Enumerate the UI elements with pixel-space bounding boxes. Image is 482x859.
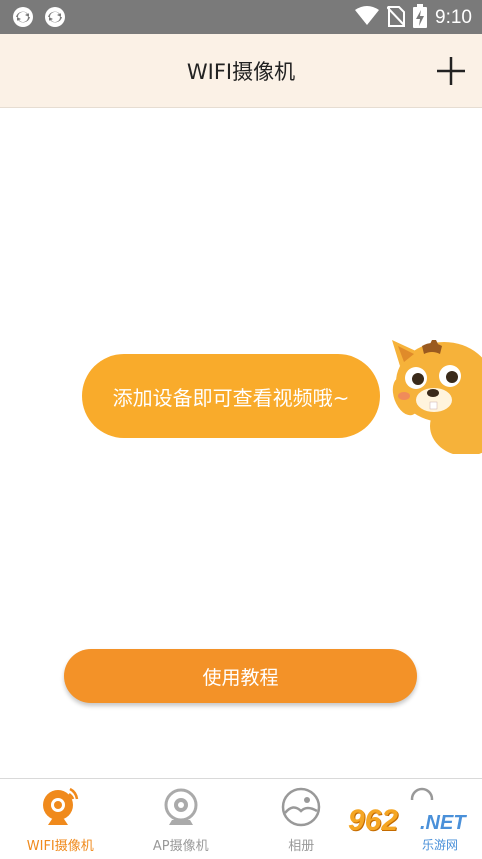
plus-icon (434, 54, 468, 88)
nav-item-wifi-camera[interactable]: WIFI摄像机 (0, 779, 121, 859)
nav-item-ap-camera[interactable]: AP摄像机 (121, 779, 242, 859)
camera-icon (159, 785, 203, 829)
battery-charging-icon (413, 4, 427, 32)
site-watermark: 962 .NET 乐游网 (340, 800, 482, 858)
add-device-button[interactable] (434, 54, 468, 88)
album-icon (279, 785, 323, 829)
app-header: WIFI摄像机 (0, 34, 482, 108)
watermark-number: 962 (348, 804, 398, 838)
nav-label: 相册 (288, 835, 314, 854)
sync-icon (12, 6, 34, 32)
watermark-subtitle: 乐游网 (422, 836, 458, 853)
sync-icon (44, 6, 66, 32)
webcam-icon (38, 785, 82, 829)
page-title: WIFI摄像机 (0, 56, 482, 86)
status-bar: 9:10 (0, 0, 482, 34)
nav-label: AP摄像机 (153, 835, 209, 854)
status-time: 9:10 (435, 7, 472, 29)
no-sim-icon (387, 5, 405, 31)
nav-label: WIFI摄像机 (27, 835, 94, 854)
wifi-icon (355, 6, 379, 30)
watermark-suffix: .NET (420, 812, 466, 835)
tutorial-button[interactable]: 使用教程 (64, 649, 417, 703)
cat-mascot (386, 326, 482, 454)
empty-state-message: 添加设备即可查看视频哦~ (82, 354, 380, 438)
